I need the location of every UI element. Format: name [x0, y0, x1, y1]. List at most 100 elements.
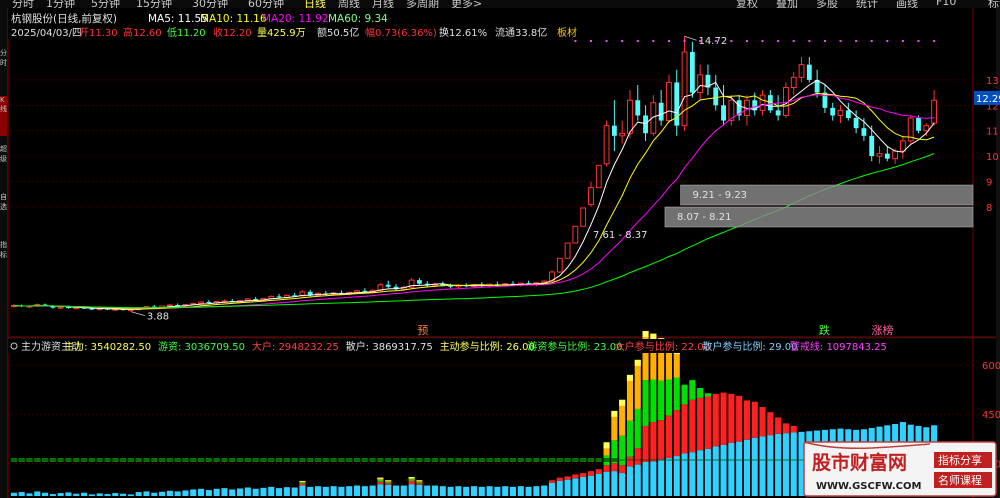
candle-body: [830, 107, 836, 116]
candle-body: [822, 92, 828, 108]
bar-sanhu: [572, 478, 579, 496]
bar-sanhu: [127, 494, 134, 496]
bar-dahu: [626, 456, 634, 467]
bar-sanhu: [96, 493, 103, 496]
bar-youzi: [377, 479, 384, 482]
high-label: 14.72: [699, 36, 728, 47]
bar-zhuli-top: [650, 333, 657, 340]
bar-sanhu: [10, 492, 17, 496]
bar-sanhu: [470, 486, 478, 496]
price-axis: 891011121312.29: [974, 76, 1000, 214]
candle-body: [611, 125, 617, 136]
bar-sanhu: [369, 485, 376, 496]
bar-sanhu: [626, 466, 634, 496]
bar-youzi: [665, 379, 672, 416]
candle-body: [627, 99, 633, 134]
gap-boxes: 9.21 - 9.23 8.07 - 8.21 7.61 - 8.37: [593, 184, 974, 241]
price-tick: 11: [986, 127, 999, 138]
bar-dahu: [697, 397, 704, 451]
signal-marker: 涨榜: [872, 323, 894, 337]
bar-sanhu: [525, 486, 532, 496]
bar-sanhu: [42, 492, 49, 496]
candle-body: [674, 82, 680, 126]
bar-sanhu: [346, 486, 353, 496]
bar-sanhu: [790, 432, 797, 496]
indicator-tick: 450: [982, 410, 1000, 421]
bar-sanhu: [650, 461, 657, 496]
bar-dahu: [619, 465, 626, 474]
bar-zhuli-top: [385, 480, 392, 481]
bar-youzi: [658, 380, 665, 421]
bar-youzi: [408, 478, 415, 481]
candle-body: [790, 76, 797, 89]
bar-dahu: [782, 423, 789, 434]
candle-body: [362, 290, 368, 292]
candle-body: [775, 110, 781, 116]
bar-sanhu: [603, 471, 610, 496]
candle-body: [206, 301, 212, 303]
bar-sanhu: [494, 486, 501, 496]
bar-sanhu: [166, 490, 173, 496]
bar-sanhu: [18, 492, 25, 496]
marker-dot: [683, 40, 686, 42]
marker-dot: [886, 40, 889, 42]
bar-dahu: [377, 481, 384, 485]
ma5-value: MA5: 11.55: [148, 13, 208, 25]
low-label: 3.88: [147, 312, 169, 323]
bar-sanhu: [385, 484, 392, 496]
bar-youzi: [626, 420, 634, 457]
bar-sanhu: [73, 493, 80, 496]
candle-body: [354, 290, 360, 293]
candle-body: [806, 64, 812, 80]
candle-body: [837, 109, 844, 116]
bar-sanhu: [159, 491, 166, 496]
bar-dahu: [689, 399, 696, 453]
bar-sanhu: [541, 485, 548, 496]
high-pointer: [684, 35, 697, 41]
bar-youzi: [704, 393, 711, 397]
bar-sanhu: [611, 471, 618, 496]
bar-zhuli-top: [416, 480, 423, 481]
marker-dot: [808, 40, 811, 42]
marker-dot: [636, 40, 639, 42]
marker-dot: [933, 40, 936, 42]
watermark: 股市财富网 WWW.GSCFW.COM 指标分享名师课程: [803, 441, 997, 497]
bar-sanhu: [143, 491, 150, 496]
marker-dot: [870, 40, 873, 42]
marker-dot: [839, 40, 842, 42]
bar-sanhu: [533, 486, 540, 496]
marker-dot: [761, 40, 764, 42]
candle-body: [580, 207, 587, 227]
bar-sanhu: [728, 442, 735, 496]
marker-dot: [917, 40, 920, 42]
bar-sanhu: [486, 486, 493, 496]
gap-label: 8.07 - 8.21: [677, 212, 732, 223]
bar-sanhu: [221, 488, 228, 496]
bar-youzi: [697, 388, 704, 398]
price-tick: 8: [986, 203, 992, 214]
bar-sanhu: [283, 487, 290, 496]
bar-sanhu: [81, 492, 88, 496]
bar-youzi: [681, 384, 688, 405]
candle-body: [276, 296, 282, 298]
candle-body: [198, 301, 204, 305]
bar-dahu: [728, 393, 735, 443]
bar-sanhu: [244, 487, 251, 496]
bar-sanhu: [330, 486, 337, 496]
bar-sanhu: [517, 486, 524, 496]
bar-youzi: [673, 377, 680, 411]
candle-body: [572, 225, 579, 244]
signal-marker: 跌: [819, 323, 830, 337]
bar-zhuli: [642, 331, 649, 381]
signal-marker: 预: [417, 324, 428, 337]
bar-sanhu: [509, 486, 517, 496]
candle-body: [385, 284, 391, 287]
bar-sanhu: [595, 473, 602, 496]
bar-sanhu: [151, 492, 158, 496]
bar-sanhu: [205, 490, 212, 496]
price-tick: 13: [986, 76, 999, 87]
candle-body: [253, 298, 259, 300]
bar-dahu: [385, 482, 392, 485]
candle-body: [845, 110, 851, 119]
candle-body: [595, 164, 602, 189]
